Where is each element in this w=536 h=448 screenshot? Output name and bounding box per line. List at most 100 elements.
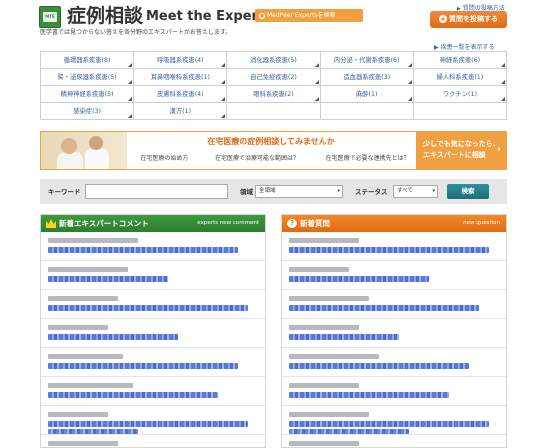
category-label: 婦人科系疾患(1) [436, 74, 484, 81]
obscured-link[interactable] [48, 429, 138, 434]
obscured-meta [48, 325, 108, 330]
category-link[interactable]: 感染症(3) [41, 103, 135, 120]
banner-link[interactable]: 在宅医療で治療可能な範囲は？ [215, 153, 299, 162]
category-link[interactable]: 循環器系疾患(8) [41, 52, 135, 69]
category-link[interactable]: 内分泌・代謝系疾患(6) [320, 52, 414, 69]
obscured-meta [48, 354, 123, 359]
corner-arrow-icon [221, 114, 226, 118]
obscured-link[interactable] [289, 305, 479, 311]
list-item[interactable] [282, 435, 506, 447]
all-diseases-label: 疾患一覧を表示する [440, 44, 495, 51]
status-select[interactable]: すべて ▾ [393, 185, 438, 198]
search-button[interactable]: 検索 [447, 184, 489, 199]
page-title: 症例相談 [67, 5, 144, 27]
obscured-link[interactable] [289, 392, 449, 398]
obscured-link[interactable] [289, 276, 429, 282]
obscured-link[interactable] [48, 276, 168, 282]
category-label: 耳鼻咽喉科系疾患(1) [150, 74, 210, 81]
corner-arrow-icon [407, 63, 412, 67]
list-item[interactable] [41, 319, 265, 348]
banner-link[interactable]: 在宅医療の始め方 [140, 153, 188, 162]
search-icon: ● [259, 13, 265, 19]
obscured-link[interactable] [289, 421, 489, 427]
category-link[interactable]: 皮膚科系疾患(4) [134, 86, 228, 103]
home-care-banner[interactable]: 在宅医療の症例相談してみませんか 在宅医療の始め方 在宅医療で治療可能な範囲は？… [40, 131, 507, 170]
obscured-link[interactable] [48, 392, 218, 398]
banner-links: 在宅医療の始め方 在宅医療で治療可能な範囲は？ 在宅医療で必要な連携先とは？ [127, 153, 423, 162]
list-item[interactable] [41, 377, 265, 406]
obscured-meta [289, 325, 359, 330]
corner-arrow-icon [221, 97, 226, 101]
list-item[interactable] [282, 290, 506, 319]
obscured-meta [289, 412, 369, 417]
corner-arrow-icon [500, 97, 505, 101]
category-link[interactable]: 消化器系疾患(5) [227, 52, 321, 69]
list-item[interactable] [41, 348, 265, 377]
category-link[interactable]: 漢方(1) [134, 103, 228, 120]
list-item[interactable] [41, 232, 265, 261]
category-link[interactable]: 自己免疫疾患(2) [227, 69, 321, 86]
banner-cta[interactable]: 少しでも気になったら、 エキスパートに相談 › [416, 132, 506, 169]
logo-mark: MTE [43, 12, 57, 22]
obscured-link[interactable] [289, 247, 489, 253]
category-link[interactable]: 麻酔(1) [320, 86, 414, 103]
chevron-down-icon: ▾ [432, 188, 435, 194]
post-question-button[interactable]: + 質問を投稿する [430, 11, 507, 28]
obscured-meta [48, 412, 108, 417]
obscured-link[interactable] [48, 247, 238, 253]
obscured-link[interactable] [289, 363, 469, 369]
banner-link[interactable]: 在宅医療で必要な連携先とは？ [326, 153, 410, 162]
category-empty-cell [227, 103, 321, 120]
list-item[interactable] [282, 319, 506, 348]
obscured-link[interactable] [289, 429, 409, 434]
list-item[interactable] [282, 406, 506, 435]
list-item[interactable] [282, 377, 506, 406]
category-label: 感染症(3) [73, 108, 101, 115]
category-label: 皮膚科系疾患(4) [156, 91, 204, 98]
search-pill-label: MedPeer Expertsを検索 [267, 12, 336, 19]
obscured-meta [289, 441, 359, 446]
new-questions-header: ? 新着質問 new question [282, 215, 506, 232]
new-questions-subtitle: new question [463, 220, 500, 226]
list-item[interactable] [282, 232, 506, 261]
category-link[interactable]: 眼科系疾患(2) [227, 86, 321, 103]
obscured-link[interactable] [48, 305, 248, 311]
corner-arrow-icon [221, 80, 226, 84]
list-item[interactable] [41, 261, 265, 290]
corner-arrow-icon [314, 80, 319, 84]
category-link[interactable]: 神経系疾患(6) [413, 52, 507, 69]
category-link[interactable]: 耳鼻咽喉科系疾患(1) [134, 69, 228, 86]
field-label: 領域 [240, 188, 253, 196]
obscured-link[interactable] [48, 334, 178, 340]
list-item[interactable] [282, 348, 506, 377]
list-item[interactable] [41, 435, 265, 447]
list-item[interactable] [41, 406, 265, 435]
banner-cta-line1: 少しでも気になったら、 [423, 140, 500, 148]
obscured-link[interactable] [289, 334, 399, 340]
corner-arrow-icon [500, 80, 505, 84]
category-link[interactable]: 呼吸器系疾患(4) [134, 52, 228, 69]
list-item[interactable] [282, 261, 506, 290]
corner-arrow-icon [128, 80, 133, 84]
keyword-input[interactable] [85, 184, 228, 199]
category-empty-cell [320, 103, 414, 120]
all-diseases-link[interactable]: ▶ 疾患一覧を表示する [434, 42, 495, 51]
list-item[interactable] [41, 290, 265, 319]
category-link[interactable]: 婦人科系疾患(1) [413, 69, 507, 86]
chevron-right-icon: › [496, 144, 501, 155]
obscured-link[interactable] [48, 363, 238, 369]
field-select-value: 全領域 [259, 188, 276, 194]
post-question-label: 質問を投稿する [449, 15, 498, 23]
category-link[interactable]: 腎・泌尿器系疾患(5) [41, 69, 135, 86]
obscured-meta [289, 238, 359, 243]
expert-comments-panel: 新着エキスパートコメント experts new comment [40, 214, 266, 448]
obscured-link[interactable] [48, 421, 248, 427]
category-link[interactable]: 造血器系疾患(3) [320, 69, 414, 86]
site-logo[interactable]: MTE [39, 6, 61, 28]
obscured-meta [48, 267, 128, 272]
category-link[interactable]: ワクチン(1) [413, 86, 507, 103]
medpeer-experts-search-button[interactable]: ● MedPeer Expertsを検索 [255, 9, 363, 22]
category-link[interactable]: 精神神経系疾患(5) [41, 86, 135, 103]
category-label: 麻酔(1) [355, 91, 378, 98]
field-select[interactable]: 全領域 ▾ [255, 185, 343, 198]
